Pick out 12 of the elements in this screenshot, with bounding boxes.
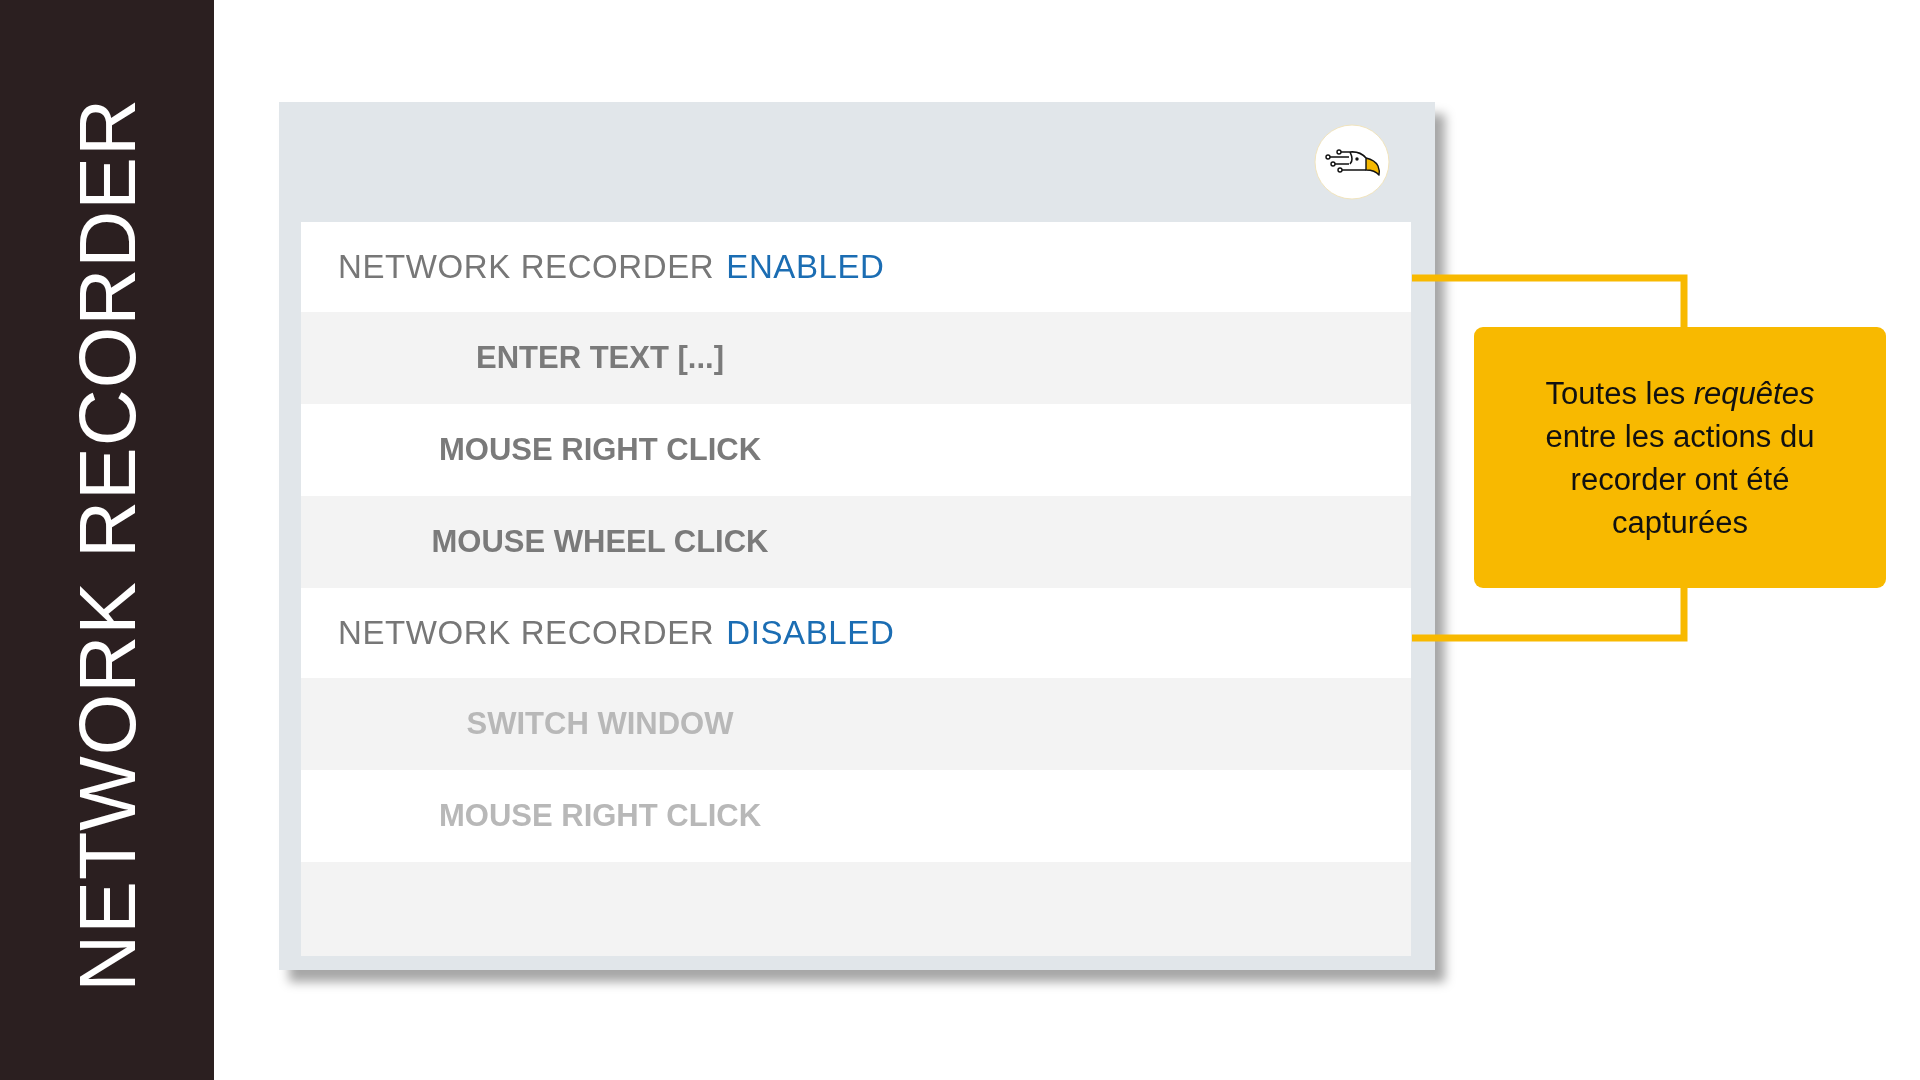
status-label: ENABLED bbox=[726, 248, 885, 286]
action-label: MOUSE RIGHT CLICK bbox=[438, 798, 762, 834]
status-label: DISABLED bbox=[726, 614, 895, 652]
sidebar-title: NETWORK RECORDER bbox=[67, 98, 147, 992]
action-label: SWITCH WINDOW bbox=[466, 706, 734, 742]
action-label: MOUSE WHEEL CLICK bbox=[431, 524, 769, 560]
section-title: NETWORK RECORDER bbox=[338, 248, 715, 286]
action-label: ENTER TEXT [...] bbox=[476, 340, 724, 376]
section-title: NETWORK RECORDER bbox=[338, 614, 715, 652]
callout-text: Toutes les requêtes entre les actions du recorder ont été capturées bbox=[1544, 374, 1816, 542]
eagle-logo-icon bbox=[1314, 124, 1390, 200]
action-label: MOUSE RIGHT CLICK bbox=[438, 432, 762, 468]
